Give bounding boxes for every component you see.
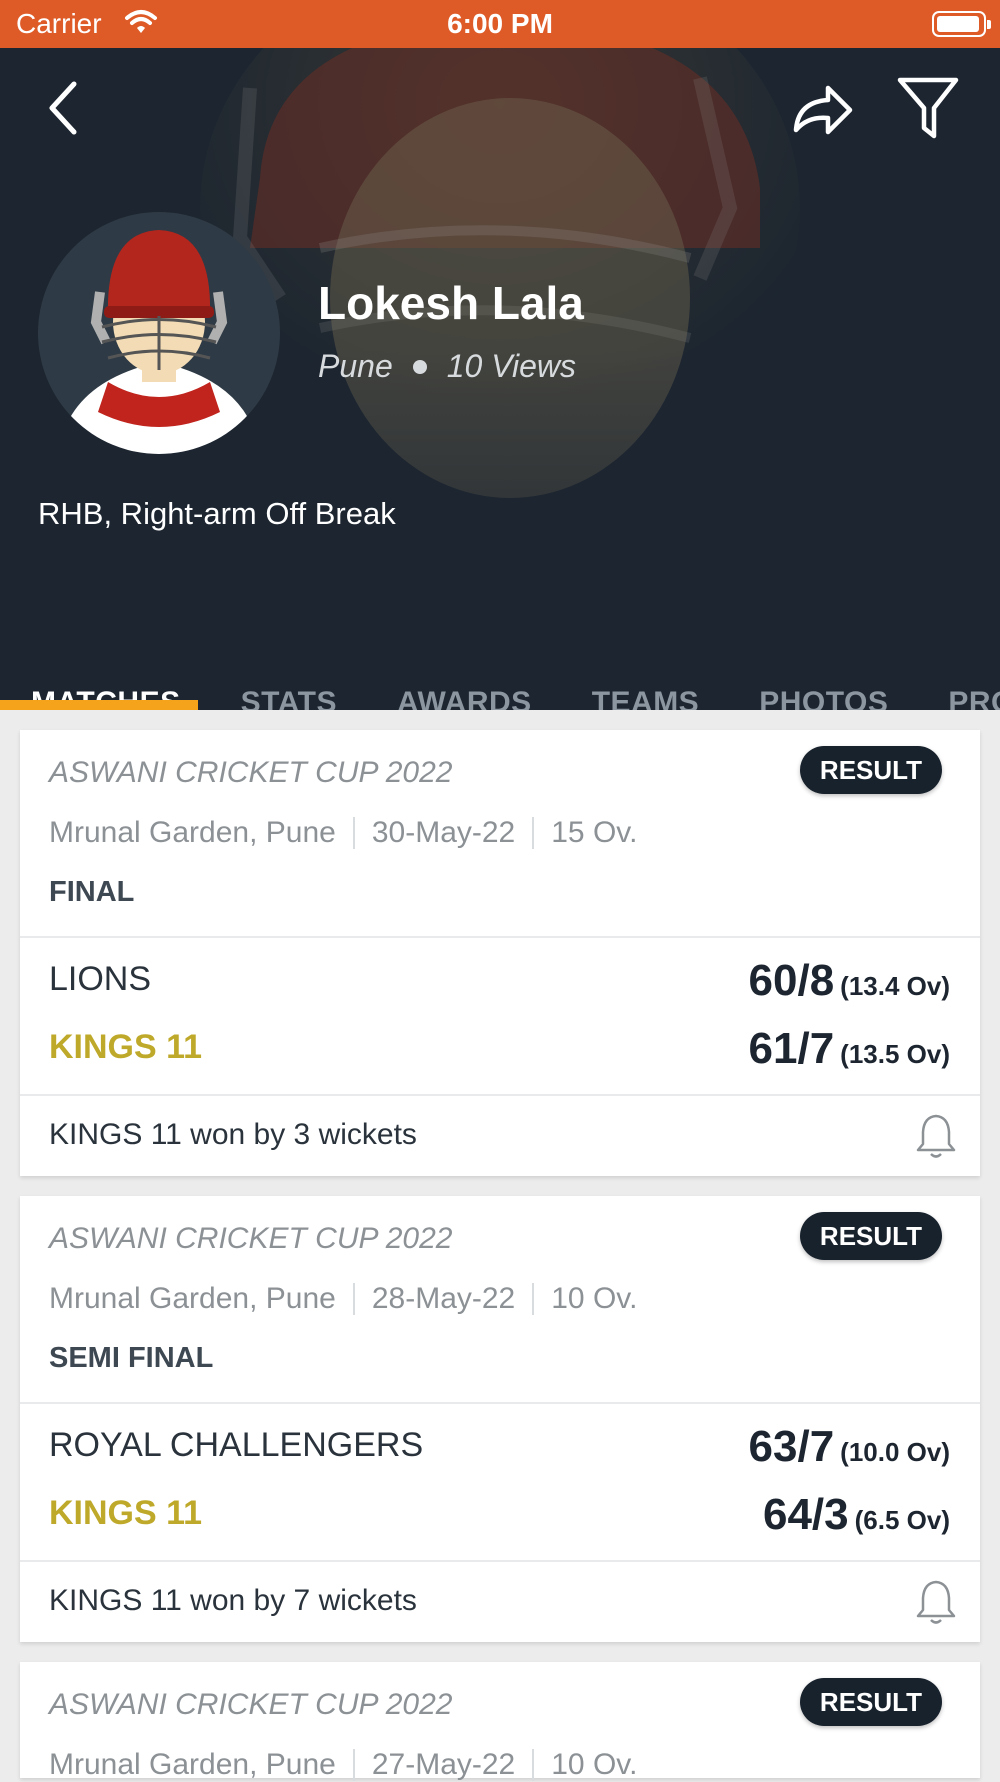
divider [20, 1402, 980, 1404]
match-card[interactable]: ASWANI CRICKET CUP 2022 RESULT Mrunal Ga… [20, 730, 980, 1176]
team-score: 63/7 (10.0 Ov) [749, 1422, 950, 1472]
status-badge: RESULT [799, 1678, 942, 1726]
match-result: KINGS 11 won by 7 wickets [49, 1584, 417, 1617]
divider [352, 817, 355, 849]
share-button[interactable] [790, 78, 854, 138]
winning-team-name: KINGS 11 [49, 1494, 203, 1532]
divider [352, 1283, 355, 1315]
score-overs: (6.5 Ov) [854, 1505, 950, 1535]
player-meta: Pune 10 Views [318, 348, 576, 385]
tab-teams[interactable]: TEAMS [592, 648, 700, 710]
clock: 6:00 PM [447, 8, 553, 39]
score-value: 60/8 [748, 956, 835, 1005]
match-date: 30-May-22 [371, 816, 516, 849]
tab-photos[interactable]: PHOTOS [759, 648, 888, 710]
bell-icon[interactable] [914, 1578, 958, 1626]
filter-button[interactable] [896, 74, 960, 144]
venue: Mrunal Garden, Pune [49, 816, 336, 849]
player-style: RHB, Right-arm Off Break [38, 496, 396, 531]
player-city: Pune [318, 348, 393, 384]
match-info: Mrunal Garden, Pune 28-May-22 10 Ov. [49, 1282, 637, 1316]
tournament-name: ASWANI CRICKET CUP 2022 [49, 1222, 453, 1255]
player-views: 10 Views [446, 348, 576, 384]
player-avatar-icon [58, 230, 260, 454]
back-button[interactable] [40, 76, 86, 140]
divider [532, 1283, 535, 1315]
score-value: 63/7 [748, 1422, 835, 1471]
tournament-name: ASWANI CRICKET CUP 2022 [49, 1688, 453, 1721]
match-card[interactable]: ASWANI CRICKET CUP 2022 RESULT Mrunal Ga… [20, 1196, 980, 1642]
score-overs: (13.4 Ov) [840, 971, 950, 1001]
status-badge: RESULT [799, 1212, 942, 1260]
divider [20, 1094, 980, 1096]
avatar[interactable] [38, 212, 280, 454]
team-score: 64/3 (6.5 Ov) [763, 1490, 950, 1540]
profile-header: Lokesh Lala Pune 10 Views RHB, Right-arm… [0, 48, 1000, 710]
venue: Mrunal Garden, Pune [49, 1282, 336, 1315]
divider [532, 817, 535, 849]
match-date: 28-May-22 [371, 1282, 516, 1315]
match-overs: 15 Ov. [551, 816, 638, 849]
venue: Mrunal Garden, Pune [49, 1748, 336, 1781]
match-round: FINAL [49, 876, 135, 908]
status-bar: Carrier 6:00 PM [0, 0, 1000, 48]
score-value: 61/7 [748, 1024, 835, 1073]
match-overs: 10 Ov. [551, 1282, 638, 1315]
score-overs: (13.5 Ov) [840, 1039, 950, 1069]
bell-icon[interactable] [914, 1112, 958, 1160]
match-round: SEMI FINAL [49, 1342, 214, 1374]
team-score: 61/7 (13.5 Ov) [749, 1024, 950, 1074]
separator-dot [412, 359, 427, 374]
team-score: 60/8 (13.4 Ov) [749, 956, 950, 1006]
tab-profile[interactable]: PROFIL [948, 648, 1000, 710]
status-badge: RESULT [799, 746, 942, 794]
divider [20, 1560, 980, 1562]
tab-awards[interactable]: AWARDS [397, 648, 532, 710]
winning-team-name: KINGS 11 [49, 1028, 203, 1066]
divider [20, 936, 980, 938]
match-info: Mrunal Garden, Pune 30-May-22 15 Ov. [49, 816, 637, 850]
tab-stats[interactable]: STATS [241, 648, 337, 710]
tournament-name: ASWANI CRICKET CUP 2022 [49, 756, 453, 789]
match-card[interactable]: ASWANI CRICKET CUP 2022 RESULT Mrunal Ga… [20, 1662, 980, 1781]
match-date: 27-May-22 [371, 1748, 516, 1781]
battery-icon [932, 11, 991, 37]
divider [352, 1749, 355, 1781]
score-overs: (10.0 Ov) [840, 1437, 950, 1467]
match-result: KINGS 11 won by 3 wickets [49, 1118, 417, 1151]
player-name: Lokesh Lala [318, 277, 584, 329]
divider [532, 1749, 535, 1781]
match-info: Mrunal Garden, Pune 27-May-22 10 Ov. [49, 1748, 637, 1782]
team-name: ROYAL CHALLENGERS [49, 1426, 424, 1464]
team-name: LIONS [49, 960, 152, 998]
active-tab-indicator [0, 700, 198, 710]
match-overs: 10 Ov. [551, 1748, 638, 1781]
score-value: 64/3 [762, 1490, 849, 1539]
